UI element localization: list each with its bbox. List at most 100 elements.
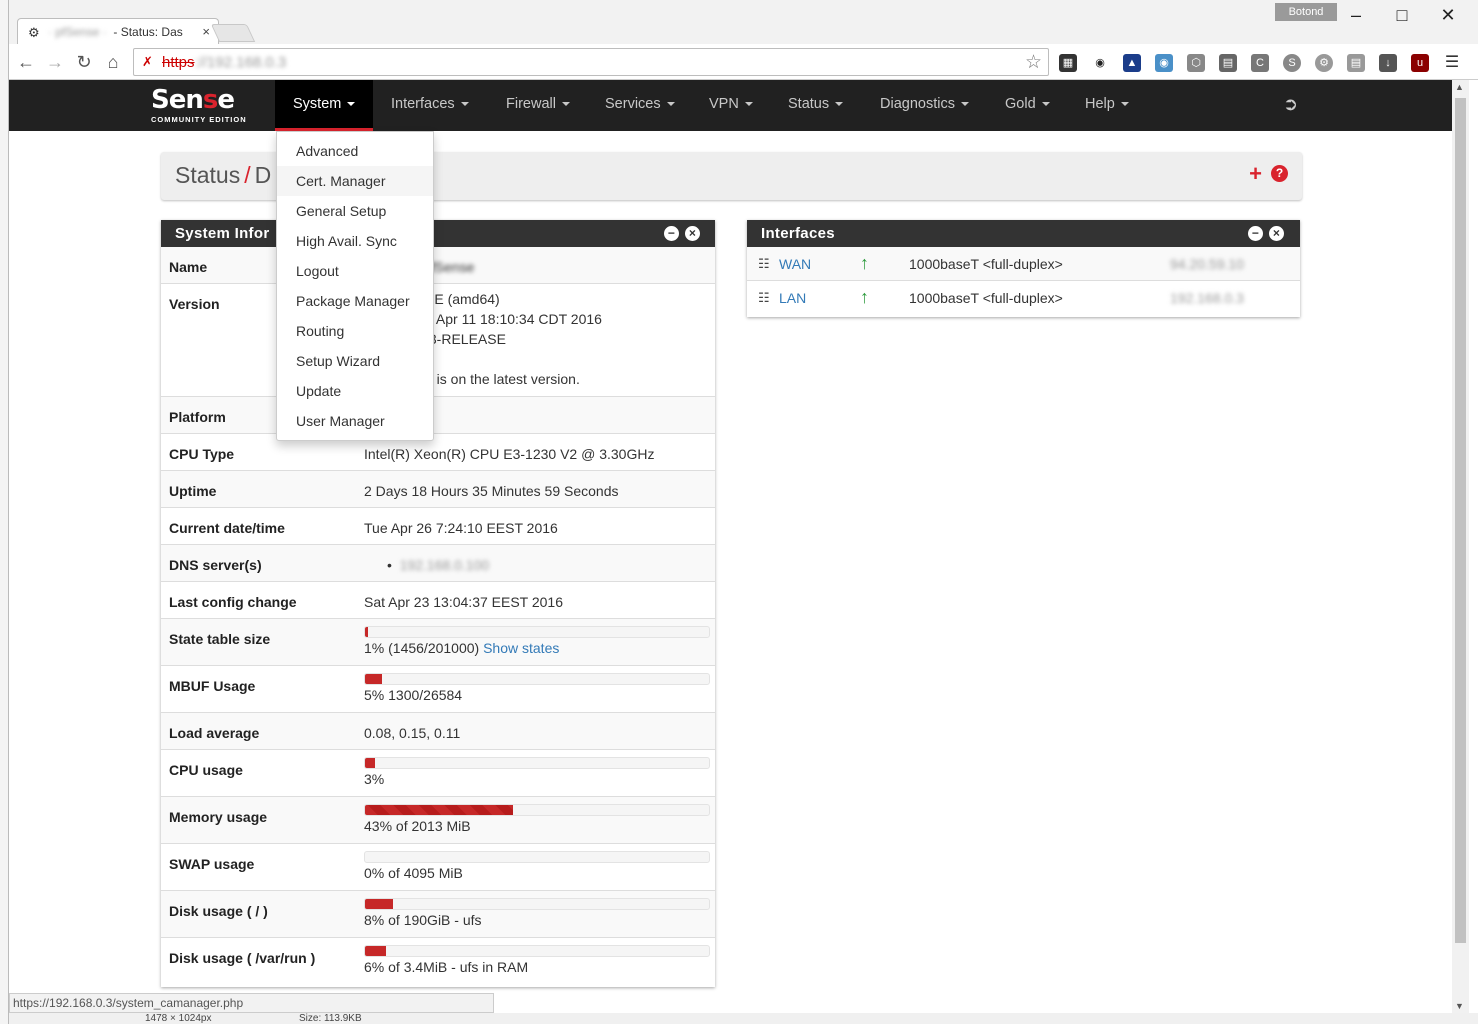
row-cpu-usage: CPU usage 3% [161,750,715,797]
menu-item-logout[interactable]: Logout [277,256,433,286]
row-swap: SWAP usage 0% of 4095 MiB [161,844,715,891]
help-icon[interactable]: ? [1271,165,1288,182]
caret-down-icon [561,102,570,107]
profile-badge[interactable]: Botond [1275,3,1337,21]
caret-down-icon [1120,102,1129,107]
qr-code-extension-icon[interactable]: ▦ [1059,54,1077,72]
nav-help[interactable]: Help [1067,80,1147,131]
network-icon: ☷ [758,256,770,271]
panel-title: Interfaces [761,225,835,242]
download-extension-icon[interactable]: ↓ [1379,54,1397,72]
page-content: Status / D + ? System Infor − × Name pfSen… [9,131,1452,993]
breadcrumb: Status / D [175,162,272,188]
tab-title-blurred: · pfSense · [48,25,107,39]
breadcrumb-status[interactable]: Status [175,162,240,188]
row-cpu-type: CPU Type Intel(R) Xeon(R) CPU E3-1230 V2… [161,434,715,471]
address-bar[interactable]: ✗ https://192.168.0.3 ☆ [133,48,1049,76]
menu-item-general-setup[interactable]: General Setup [277,196,433,226]
minimize-panel-icon[interactable]: − [664,226,679,241]
row-version: Version SE (amd64) n Apr 11 18:10:34 CDT… [161,284,715,397]
nav-interfaces[interactable]: Interfaces [373,80,487,131]
row-disk-root: Disk usage ( / ) 8% of 190GiB - ufs [161,891,715,938]
nav-services[interactable]: Services [587,80,693,131]
disk-root-progress-bar [364,898,710,910]
nav-firewall[interactable]: Firewall [488,80,588,131]
scrollbar-thumb[interactable] [1455,98,1466,943]
close-window-button[interactable]: ✕ [1425,2,1471,28]
status-up-arrow-icon: ↑ [860,253,869,273]
forward-arrow-icon[interactable]: → [42,50,68,74]
gear-extension-icon[interactable]: ⚙ [1315,54,1333,72]
browser-toolbar: ← → ↻ ⌂ ✗ https://192.168.0.3 ☆ ▦ ◉ ▲ ◉ … [9,44,1478,80]
maximize-button[interactable]: □ [1379,2,1425,28]
menu-item-user-manager[interactable]: User Manager [277,406,433,436]
mbuf-progress-bar [364,673,710,685]
menu-item-package-manager[interactable]: Package Manager [277,286,433,316]
state-table-progress-bar [364,626,710,638]
close-panel-icon[interactable]: × [1269,226,1284,241]
back-arrow-icon[interactable]: ← [13,50,39,74]
interface-link-wan[interactable]: WAN [779,256,811,272]
add-widget-icon[interactable]: + [1249,163,1262,185]
logout-icon[interactable]: ➲ [1283,94,1298,115]
menu-item-advanced[interactable]: Advanced [277,136,433,166]
menu-item-setup-wizard[interactable]: Setup Wizard [277,346,433,376]
menu-item-cert-manager[interactable]: Cert. Manager [277,166,433,196]
interface-row-wan: ☷ WAN ↑ 1000baseT <full-duplex> 94.20.59… [747,247,1300,281]
show-states-link[interactable]: Show states [483,640,559,656]
interface-link-lan[interactable]: LAN [779,290,806,306]
cpu-progress-bar [364,757,710,769]
menu-icon[interactable]: ☰ [1443,54,1461,72]
menu-item-update[interactable]: Update [277,376,433,406]
scroll-up-icon[interactable]: ▲ [1455,82,1464,92]
bookmark-star-icon[interactable]: ☆ [1025,51,1042,74]
breadcrumb-dashboard: D [254,162,272,188]
skype-extension-icon[interactable]: S [1283,54,1301,72]
nav-system[interactable]: System [275,80,374,131]
interface-row-lan: ☷ LAN ↑ 1000baseT <full-duplex> 192.168.… [758,287,1244,307]
document-extension-icon[interactable]: ▤ [1347,54,1365,72]
camera-extension-icon[interactable]: ◉ [1155,54,1173,72]
browser-status-bar: https://192.168.0.3/system_camanager.php [9,993,494,1013]
menu-item-high-avail-sync[interactable]: High Avail. Sync [277,226,433,256]
home-icon[interactable]: ⌂ [100,50,126,74]
caret-down-icon [460,102,469,107]
browser-tab[interactable]: ⚙ · pfSense · - Status: Das × [17,18,219,45]
cube-extension-icon[interactable]: ⬡ [1187,54,1205,72]
caret-down-icon [666,102,675,107]
minimize-panel-icon[interactable]: − [1248,226,1263,241]
close-panel-icon[interactable]: × [685,226,700,241]
panel-heading: System Infor − × [161,220,715,247]
ublock-extension-icon[interactable]: u [1411,54,1429,72]
minimize-button[interactable]: – [1333,2,1379,28]
incognito-extension-icon[interactable]: ◉ [1091,54,1109,72]
scroll-down-icon[interactable]: ▼ [1455,1001,1464,1011]
reload-icon[interactable]: ↻ [71,50,97,74]
nav-gold[interactable]: Gold [987,80,1068,131]
nav-diagnostics[interactable]: Diagnostics [862,80,987,131]
pfsense-logo[interactable]: Sense COMMUNITY EDITION [151,87,247,124]
url-host: ://192.168.0.3 [194,54,287,71]
disk-run-progress-bar [364,945,710,957]
nav-status[interactable]: Status [770,80,861,131]
url-scheme: https [162,54,195,71]
interfaces-panel: Interfaces − × ☷ WAN ↑ 1000baseT <full-d… [747,220,1300,317]
menu-item-routing[interactable]: Routing [277,316,433,346]
row-load: Load average 0.08, 0.15, 0.11 [161,713,715,750]
stats-extension-icon[interactable]: ▲ [1123,54,1141,72]
nav-vpn[interactable]: VPN [691,80,771,131]
css-extension-icon[interactable]: C [1251,54,1269,72]
status-up-arrow-icon: ↑ [860,287,869,307]
row-last-config: Last config change Sat Apr 23 13:04:37 E… [161,582,715,619]
new-tab-button[interactable] [210,24,256,42]
screen-extension-icon[interactable]: ▤ [1219,54,1237,72]
network-icon: ☷ [758,290,770,305]
tab-bar: ⚙ · pfSense · - Status: Das × Botond – □… [9,0,1478,45]
background-window-strip [0,0,9,1024]
caret-down-icon [835,102,844,107]
caret-down-icon [744,102,753,107]
row-uptime: Uptime 2 Days 18 Hours 35 Minutes 59 Sec… [161,471,715,508]
vertical-scrollbar[interactable]: ▲ ▼ [1452,80,1469,1013]
tab-close-icon[interactable]: × [202,24,210,39]
tab-title: Status: Das [120,25,183,39]
